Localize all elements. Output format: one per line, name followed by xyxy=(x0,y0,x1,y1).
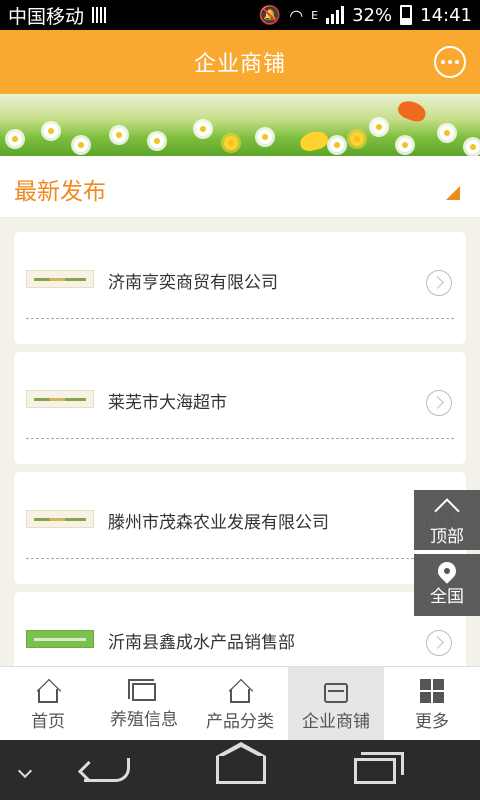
tab-more[interactable]: 更多 xyxy=(384,667,480,740)
tab-label: 产品分类 xyxy=(206,712,274,732)
network-type: E xyxy=(311,8,319,22)
nationwide-location-button[interactable]: 全国 xyxy=(414,554,480,616)
chevron-right-icon[interactable] xyxy=(426,390,452,416)
chat-bubble-icon[interactable] xyxy=(434,46,466,78)
tab-label: 养殖信息 xyxy=(110,710,178,730)
company-logo xyxy=(26,390,94,408)
back-to-top-label: 顶部 xyxy=(430,527,464,547)
recent-apps-icon[interactable] xyxy=(354,752,404,784)
tab-breeding-info[interactable]: 养殖信息 xyxy=(96,667,192,740)
divider xyxy=(26,438,454,439)
system-nav-bar xyxy=(0,740,480,800)
sim-signal-icon xyxy=(92,7,107,23)
section-title: 最新发布 xyxy=(14,179,106,205)
company-name: 莱芜市大海超市 xyxy=(108,393,227,413)
cell-signal-icon xyxy=(326,6,345,24)
corner-triangle-icon xyxy=(446,186,460,200)
chevron-right-icon[interactable] xyxy=(426,270,452,296)
latest-section-header[interactable]: 最新发布 xyxy=(0,156,480,218)
back-icon[interactable] xyxy=(84,758,130,782)
category-icon xyxy=(230,689,250,703)
company-logo xyxy=(26,270,94,288)
breeding-info-icon xyxy=(128,679,156,701)
divider xyxy=(26,558,454,559)
tab-product-category[interactable]: 产品分类 xyxy=(192,667,288,740)
clock: 14:41 xyxy=(420,4,472,26)
home-nav-icon[interactable] xyxy=(216,742,266,784)
battery-icon xyxy=(400,5,413,25)
company-list: 济南亨奕商贸有限公司 莱芜市大海超市 滕州市茂森农业发展有限公司 沂南县鑫成水产… xyxy=(0,218,480,666)
divider xyxy=(26,318,454,319)
tab-label: 首页 xyxy=(31,712,65,732)
chevron-up-icon xyxy=(434,498,460,524)
home-icon xyxy=(38,689,58,703)
company-name: 滕州市茂森农业发展有限公司 xyxy=(108,513,329,533)
banner-image xyxy=(0,94,480,156)
list-item[interactable]: 莱芜市大海超市 xyxy=(14,352,466,464)
tab-enterprise-shop[interactable]: 企业商铺 xyxy=(288,667,384,740)
tab-label: 更多 xyxy=(415,712,449,732)
location-pin-icon xyxy=(434,558,460,584)
bottom-tab-bar: 首页 养殖信息 产品分类 企业商铺 更多 xyxy=(0,666,480,740)
company-name: 沂南县鑫成水产品销售部 xyxy=(108,633,295,653)
app-header: 企业商铺 xyxy=(0,30,480,94)
carrier-name: 中国移动 xyxy=(8,5,85,28)
back-to-top-button[interactable]: 顶部 xyxy=(414,490,480,550)
battery-percent: 32% xyxy=(352,4,393,26)
shop-icon xyxy=(324,683,348,703)
company-logo xyxy=(26,630,94,648)
grid-icon xyxy=(420,679,444,703)
mute-icon: 🔕 xyxy=(258,4,282,26)
status-bar: 中国移动 🔕 ◠ E 32% 14:41 xyxy=(0,0,480,30)
chevron-down-icon[interactable] xyxy=(17,763,33,779)
list-item[interactable]: 沂南县鑫成水产品销售部 xyxy=(14,592,466,666)
company-logo xyxy=(26,510,94,528)
list-item[interactable]: 济南亨奕商贸有限公司 xyxy=(14,232,466,344)
nationwide-label: 全国 xyxy=(430,587,464,607)
chevron-right-icon[interactable] xyxy=(426,630,452,656)
list-item[interactable]: 滕州市茂森农业发展有限公司 xyxy=(14,472,466,584)
tab-label: 企业商铺 xyxy=(302,712,370,732)
wifi-icon: ◠ xyxy=(289,5,304,25)
page-title: 企业商铺 xyxy=(193,52,286,77)
company-name: 济南亨奕商贸有限公司 xyxy=(108,273,278,293)
tab-home[interactable]: 首页 xyxy=(0,667,96,740)
